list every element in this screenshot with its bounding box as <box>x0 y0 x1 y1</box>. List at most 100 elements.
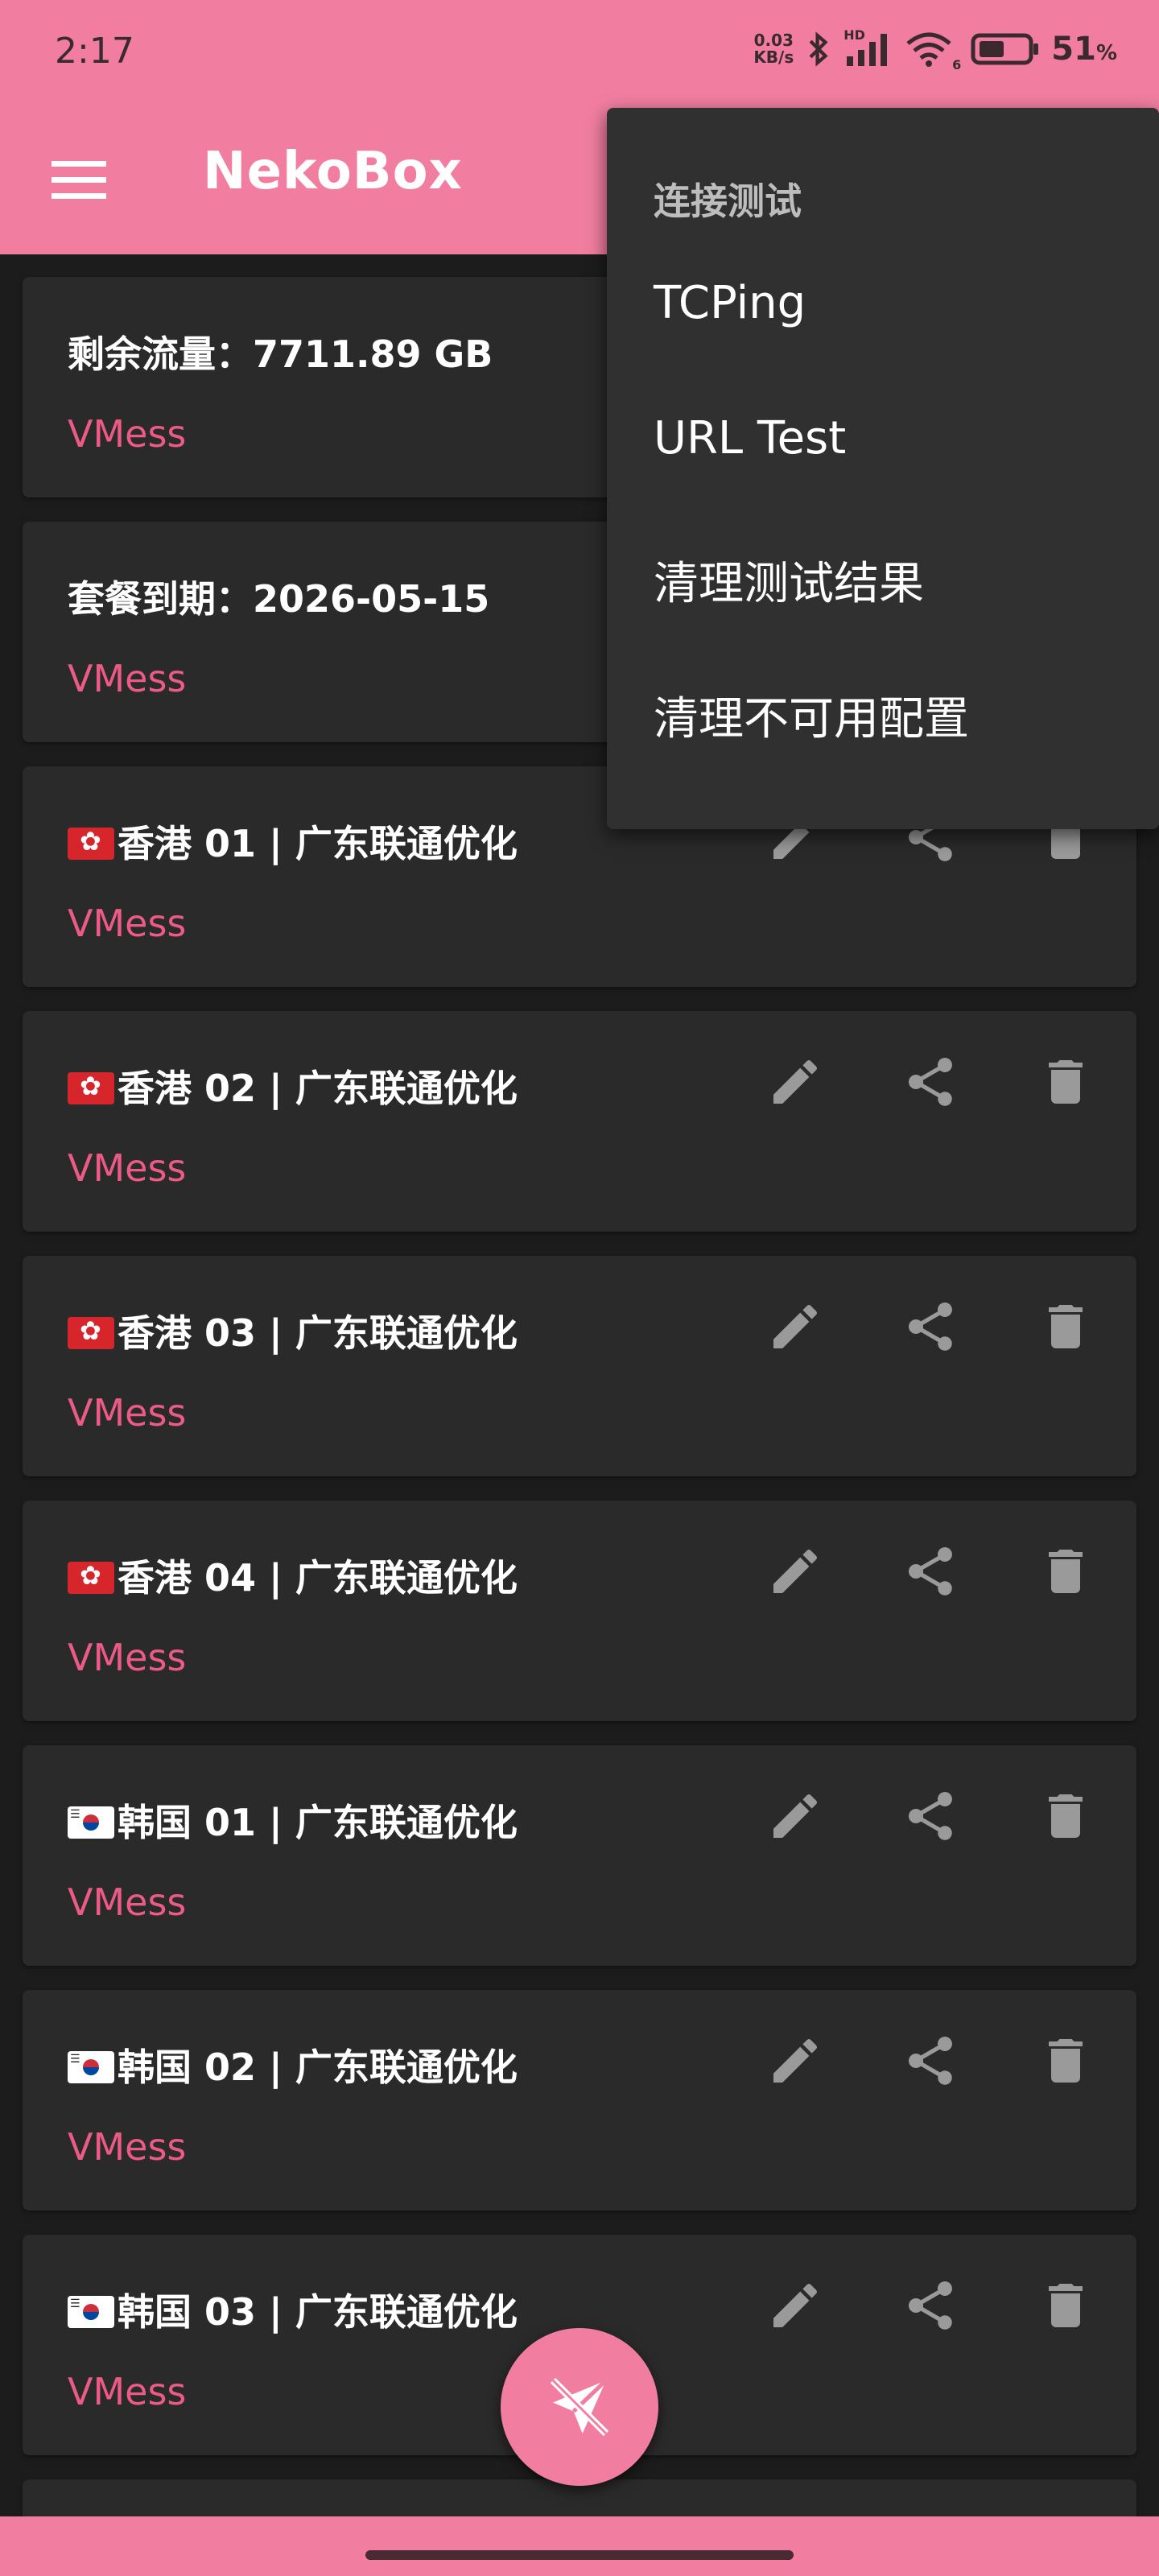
delete-button[interactable] <box>1027 1288 1104 1365</box>
profile-name-text: 香港 01 | 广东联通优化 <box>118 822 518 865</box>
profile-actions <box>757 1533 1104 1610</box>
hong-kong-flag-icon <box>68 1317 114 1349</box>
share-icon <box>908 1547 952 1596</box>
share-icon <box>908 1302 952 1351</box>
profile-card[interactable]: 香港 03 | 广东联通优化 VMess <box>23 1256 1136 1476</box>
menu-item-label: 清理不可用配置 <box>654 693 969 745</box>
edit-button[interactable] <box>757 1288 834 1365</box>
south-korea-flag-icon <box>68 1806 114 1839</box>
share-button[interactable] <box>892 1288 969 1365</box>
hong-kong-flag-icon <box>68 1072 114 1104</box>
hamburger-menu-icon[interactable] <box>52 156 106 204</box>
delete-button[interactable] <box>1027 1533 1104 1610</box>
share-button[interactable] <box>892 2267 969 2344</box>
share-button[interactable] <box>892 1533 969 1610</box>
pencil-edit-icon <box>773 1304 818 1348</box>
profile-type: VMess <box>68 1880 187 1924</box>
pencil-edit-icon <box>773 1794 818 1838</box>
edit-button[interactable] <box>757 1043 834 1121</box>
wifi-badge: 6 <box>952 57 962 72</box>
pencil-edit-icon <box>773 1059 818 1104</box>
profile-name: 香港 03 | 广东联通优化 <box>68 1304 518 1357</box>
menu-item-label: TCPing <box>654 277 806 329</box>
profile-type: VMess <box>68 1636 187 1679</box>
profile-card[interactable]: 香港 02 | 广东联通优化 VMess <box>23 1011 1136 1232</box>
menu-item-clear-results[interactable]: 清理测试结果 <box>607 509 1159 644</box>
profile-actions <box>757 1777 1104 1855</box>
profile-actions <box>757 1043 1104 1121</box>
south-korea-flag-icon <box>68 2051 114 2083</box>
delete-button[interactable] <box>1027 2022 1104 2099</box>
profile-type: VMess <box>68 412 187 456</box>
edit-button[interactable] <box>757 1533 834 1610</box>
profile-name: 韩国 01 | 广东联通优化 <box>68 1794 518 1847</box>
profile-actions <box>757 1288 1104 1365</box>
battery-percent-unit: % <box>1095 41 1117 65</box>
delete-button[interactable] <box>1027 2267 1104 2344</box>
paper-plane-disconnected-icon <box>550 2377 609 2437</box>
profile-name: 香港 02 | 广东联通优化 <box>68 1059 518 1113</box>
pencil-edit-icon <box>773 2038 818 2083</box>
menu-item-clear-unavailable[interactable]: 清理不可用配置 <box>607 644 1159 779</box>
profile-name: 套餐到期：2026-05-15 <box>68 577 490 621</box>
edit-button[interactable] <box>757 2022 834 2099</box>
profile-name: 香港 04 | 广东联通优化 <box>68 1549 518 1602</box>
bluetooth-icon <box>809 31 828 67</box>
profile-name: 韩国 03 | 广东联通优化 <box>68 2283 518 2336</box>
net-speed-value: 0.03 <box>753 31 794 50</box>
profile-name-text: 香港 04 | 广东联通优化 <box>118 1556 518 1600</box>
trash-delete-icon <box>1049 1060 1083 1104</box>
profile-name: 韩国 02 | 广东联通优化 <box>68 2038 518 2091</box>
hong-kong-flag-icon <box>68 828 114 860</box>
profile-name-text: 香港 03 | 广东联通优化 <box>118 1311 518 1355</box>
connect-fab[interactable] <box>501 2328 658 2486</box>
cellular-signal: HD <box>843 27 893 68</box>
edit-button[interactable] <box>757 1777 834 1855</box>
profile-name-text: 香港 02 | 广东联通优化 <box>118 1067 518 1110</box>
profile-name-text: 韩国 02 | 广东联通优化 <box>118 2046 518 2089</box>
edit-button[interactable] <box>757 2267 834 2344</box>
menu-item-url-test[interactable]: URL Test <box>607 374 1159 509</box>
profile-type: VMess <box>68 1391 187 1435</box>
profile-actions <box>757 2267 1104 2344</box>
profile-type: VMess <box>68 2370 187 2413</box>
share-button[interactable] <box>892 2022 969 2099</box>
battery-icon <box>971 33 1039 65</box>
delete-button[interactable] <box>1027 1043 1104 1121</box>
profile-card[interactable]: 韩国 01 | 广东联通优化 VMess <box>23 1745 1136 1966</box>
status-bar: 2:17 0.03 KB/s HD 6 51% <box>0 0 1159 108</box>
share-button[interactable] <box>892 1777 969 1855</box>
share-icon <box>908 2281 952 2330</box>
share-icon <box>908 1792 952 1840</box>
menu-header: 连接测试 <box>654 180 802 223</box>
profile-name: 剩余流量：7711.89 GB <box>68 332 493 376</box>
trash-delete-icon <box>1049 2039 1083 2083</box>
profile-card[interactable]: 香港 04 | 广东联通优化 VMess <box>23 1501 1136 1721</box>
net-speed-unit: KB/s <box>753 47 794 67</box>
profile-card[interactable]: 韩国 02 | 广东联通优化 VMess <box>23 1990 1136 2211</box>
wifi-status: 6 <box>905 31 961 72</box>
profile-type: VMess <box>68 1146 187 1190</box>
profile-name-text: 韩国 03 | 广东联通优化 <box>118 2290 518 2334</box>
status-time: 2:17 <box>55 31 134 72</box>
hong-kong-flag-icon <box>68 1562 114 1594</box>
profile-type: VMess <box>68 657 187 700</box>
home-gesture-handle[interactable] <box>365 2550 794 2560</box>
menu-item-tcping[interactable]: TCPing <box>607 238 1159 374</box>
profile-name: 香港 01 | 广东联通优化 <box>68 815 518 868</box>
net-speed: 0.03 KB/s <box>753 32 794 66</box>
delete-button[interactable] <box>1027 1777 1104 1855</box>
trash-delete-icon <box>1049 1550 1083 1593</box>
battery-percent: 51% <box>1051 31 1117 68</box>
trash-delete-icon <box>1049 1794 1083 1838</box>
pencil-edit-icon <box>773 2283 818 2327</box>
menu-item-label: URL Test <box>654 412 847 464</box>
share-button[interactable] <box>892 1043 969 1121</box>
profile-actions <box>757 2022 1104 2099</box>
menu-item-label: 清理测试结果 <box>654 558 924 610</box>
connection-test-menu: 连接测试 TCPing URL Test 清理测试结果 清理不可用配置 <box>607 108 1159 829</box>
south-korea-flag-icon <box>68 2296 114 2328</box>
share-icon <box>908 2037 952 2085</box>
pencil-edit-icon <box>773 1549 818 1593</box>
system-nav-bar <box>0 2516 1159 2576</box>
